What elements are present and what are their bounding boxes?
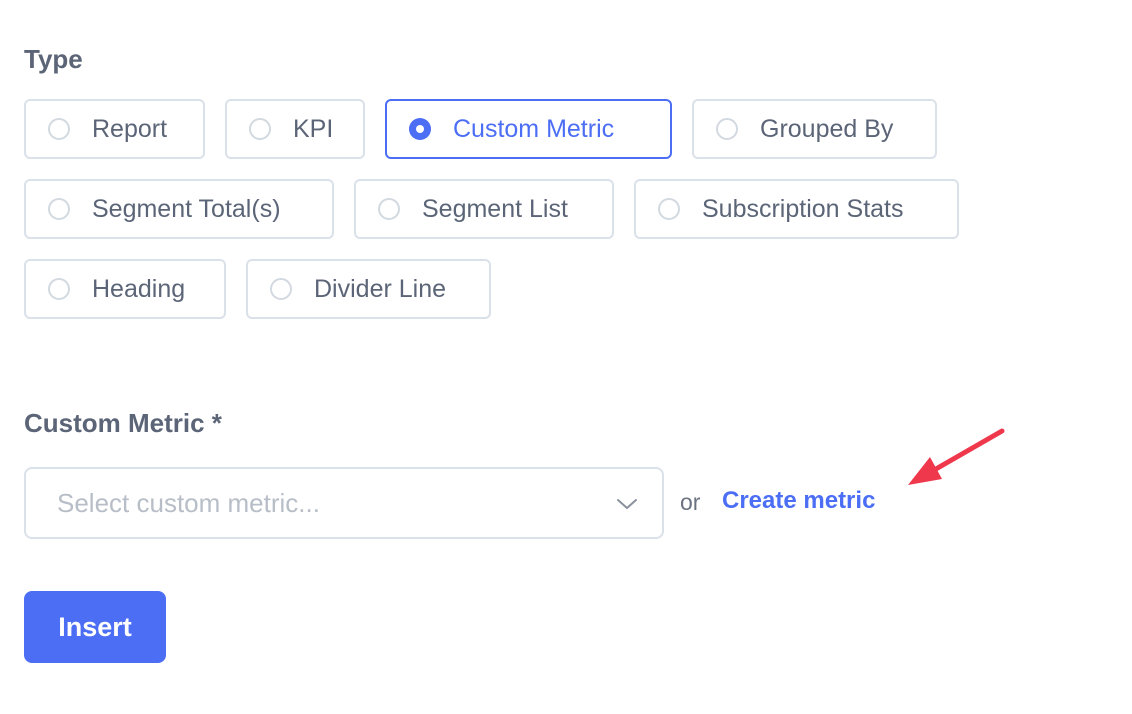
type-option-label: Subscription Stats (702, 194, 904, 223)
radio-unchecked-icon (48, 198, 70, 220)
type-option-segment-list[interactable]: Segment List (354, 179, 614, 239)
insert-block-form: Type Report KPI Custom Metric Grouped By… (0, 0, 1132, 714)
radio-checked-icon (409, 118, 431, 140)
select-placeholder: Select custom metric... (57, 487, 320, 518)
type-option-label: Custom Metric (453, 114, 615, 143)
type-option-label: KPI (293, 114, 334, 143)
radio-unchecked-icon (270, 278, 292, 300)
type-option-label: Report (92, 114, 168, 143)
type-option-grouped-by[interactable]: Grouped By (692, 99, 937, 159)
create-metric-link[interactable]: Create metric (722, 489, 875, 513)
radio-unchecked-icon (249, 118, 271, 140)
custom-metric-label: Custom Metric * (24, 408, 222, 438)
type-option-heading[interactable]: Heading (24, 259, 226, 319)
type-option-label: Segment List (422, 194, 568, 223)
type-option-label: Segment Total(s) (92, 194, 281, 223)
radio-unchecked-icon (48, 278, 70, 300)
radio-unchecked-icon (378, 198, 400, 220)
type-option-label: Heading (92, 274, 186, 303)
custom-metric-select[interactable]: Select custom metric... (24, 467, 664, 539)
type-option-divider-line[interactable]: Divider Line (246, 259, 491, 319)
red-arrow-annotation-icon (908, 428, 1005, 485)
type-option-kpi[interactable]: KPI (225, 99, 365, 159)
type-option-label: Divider Line (314, 274, 447, 303)
chevron-down-icon (617, 499, 637, 509)
type-option-report[interactable]: Report (24, 99, 205, 159)
type-option-subscription-stats[interactable]: Subscription Stats (634, 179, 959, 239)
radio-unchecked-icon (48, 118, 70, 140)
type-option-custom-metric[interactable]: Custom Metric (385, 99, 672, 159)
type-section-label: Type (24, 44, 83, 74)
type-option-label: Grouped By (760, 114, 894, 143)
insert-button[interactable]: Insert (24, 591, 166, 663)
or-separator-text: or (680, 489, 701, 515)
type-option-segment-totals[interactable]: Segment Total(s) (24, 179, 334, 239)
radio-unchecked-icon (716, 118, 738, 140)
radio-unchecked-icon (658, 198, 680, 220)
